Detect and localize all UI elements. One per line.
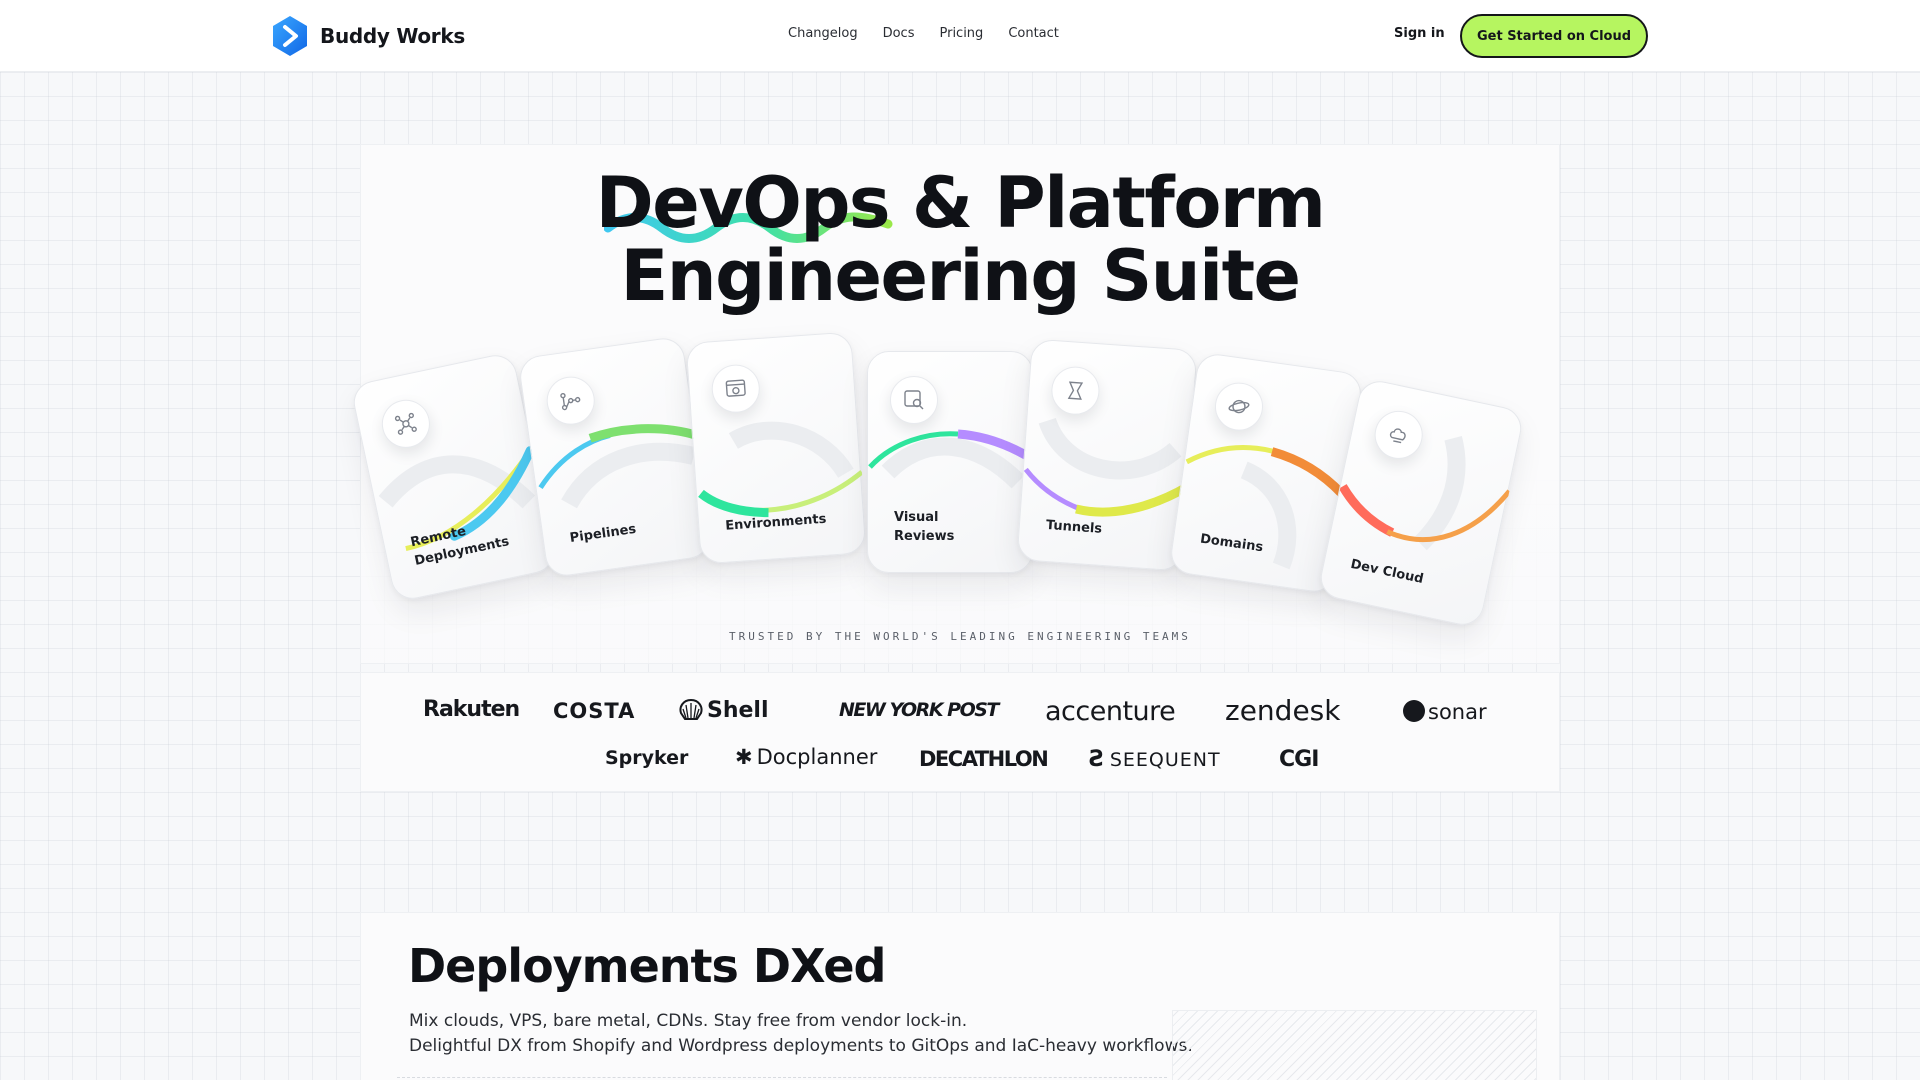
nav-changelog[interactable]: Changelog <box>788 26 858 41</box>
card-tunnels[interactable]: Tunnels <box>1016 338 1198 572</box>
deployments-section: Deployments DXed Mix clouds, VPS, bare m… <box>360 912 1560 1080</box>
docplanner-wordmark: Docplanner <box>756 745 878 769</box>
logo-sonar: sonar <box>1403 700 1487 723</box>
nav-contact[interactable]: Contact <box>1008 26 1059 41</box>
section-description: Mix clouds, VPS, bare metal, CDNs. Stay … <box>409 1009 1193 1059</box>
hero-title-line-1: DevOps & Platform <box>595 162 1326 244</box>
brand-name: Buddy Works <box>320 24 465 48</box>
logo-docplanner: ✱ Docplanner <box>735 747 877 768</box>
nav-docs[interactable]: Docs <box>883 26 915 41</box>
sonar-icon <box>1403 700 1425 722</box>
shell-wordmark: Shell <box>707 698 769 723</box>
logo-new-york-post: NEW YORK POST <box>839 699 999 721</box>
seequent-wordmark: SEEQUENT <box>1109 749 1221 771</box>
hero-title: DevOps & Platform Engineering Suite <box>0 167 1920 313</box>
customer-logos-panel: Rakuten COSTA Shell NEW YORK POST accent… <box>360 672 1560 792</box>
logo-costa: COSTA <box>553 699 636 723</box>
card-environments[interactable]: Environments <box>685 331 867 565</box>
logo-accenture: accenture <box>1045 696 1176 727</box>
card-pipelines[interactable]: Pipelines <box>517 335 713 579</box>
docplanner-icon: ✱ <box>735 745 753 769</box>
card-visual-reviews[interactable]: Visual Reviews <box>867 351 1034 573</box>
sign-in-link[interactable]: Sign in <box>1394 26 1445 41</box>
buddy-logo-icon <box>273 16 307 56</box>
get-started-button[interactable]: Get Started on Cloud <box>1460 14 1648 58</box>
logo-zendesk: zendesk <box>1225 694 1341 727</box>
trusted-by-caption: TRUSTED BY THE WORLD'S LEADING ENGINEERI… <box>729 630 1191 643</box>
logo-spryker: Spryker <box>605 747 689 769</box>
magnifier-icon <box>890 376 938 424</box>
logo-cgi: CGI <box>1279 747 1319 772</box>
card-arc-graphic <box>538 424 699 509</box>
divider <box>397 1077 1167 1078</box>
logo-shell: Shell <box>679 698 769 723</box>
logo-rakuten: Rakuten <box>423 697 520 722</box>
site-header: Buddy Works Changelog Docs Pricing Conta… <box>0 0 1920 72</box>
main-nav: Changelog Docs Pricing Contact <box>788 26 1059 41</box>
section-description-line-2: Delightful DX from Shopify and Wordpress… <box>409 1036 1193 1056</box>
seequent-icon: Ƨ <box>1089 747 1106 772</box>
section-title: Deployments DXed <box>408 939 886 993</box>
logo-decathlon: DECATHLON <box>919 747 1049 771</box>
section-description-line-1: Mix clouds, VPS, bare metal, CDNs. Stay … <box>409 1011 968 1031</box>
nav-pricing[interactable]: Pricing <box>939 26 983 41</box>
card-label: Visual Reviews <box>894 510 955 544</box>
hero-title-line-2: Engineering Suite <box>620 235 1301 317</box>
shell-icon <box>679 698 703 721</box>
logo-seequent: Ƨ SEEQUENT <box>1089 749 1221 771</box>
hatched-preview-area <box>1172 1010 1537 1080</box>
brand-logo[interactable]: Buddy Works <box>271 15 465 57</box>
sonar-wordmark: sonar <box>1428 700 1487 724</box>
